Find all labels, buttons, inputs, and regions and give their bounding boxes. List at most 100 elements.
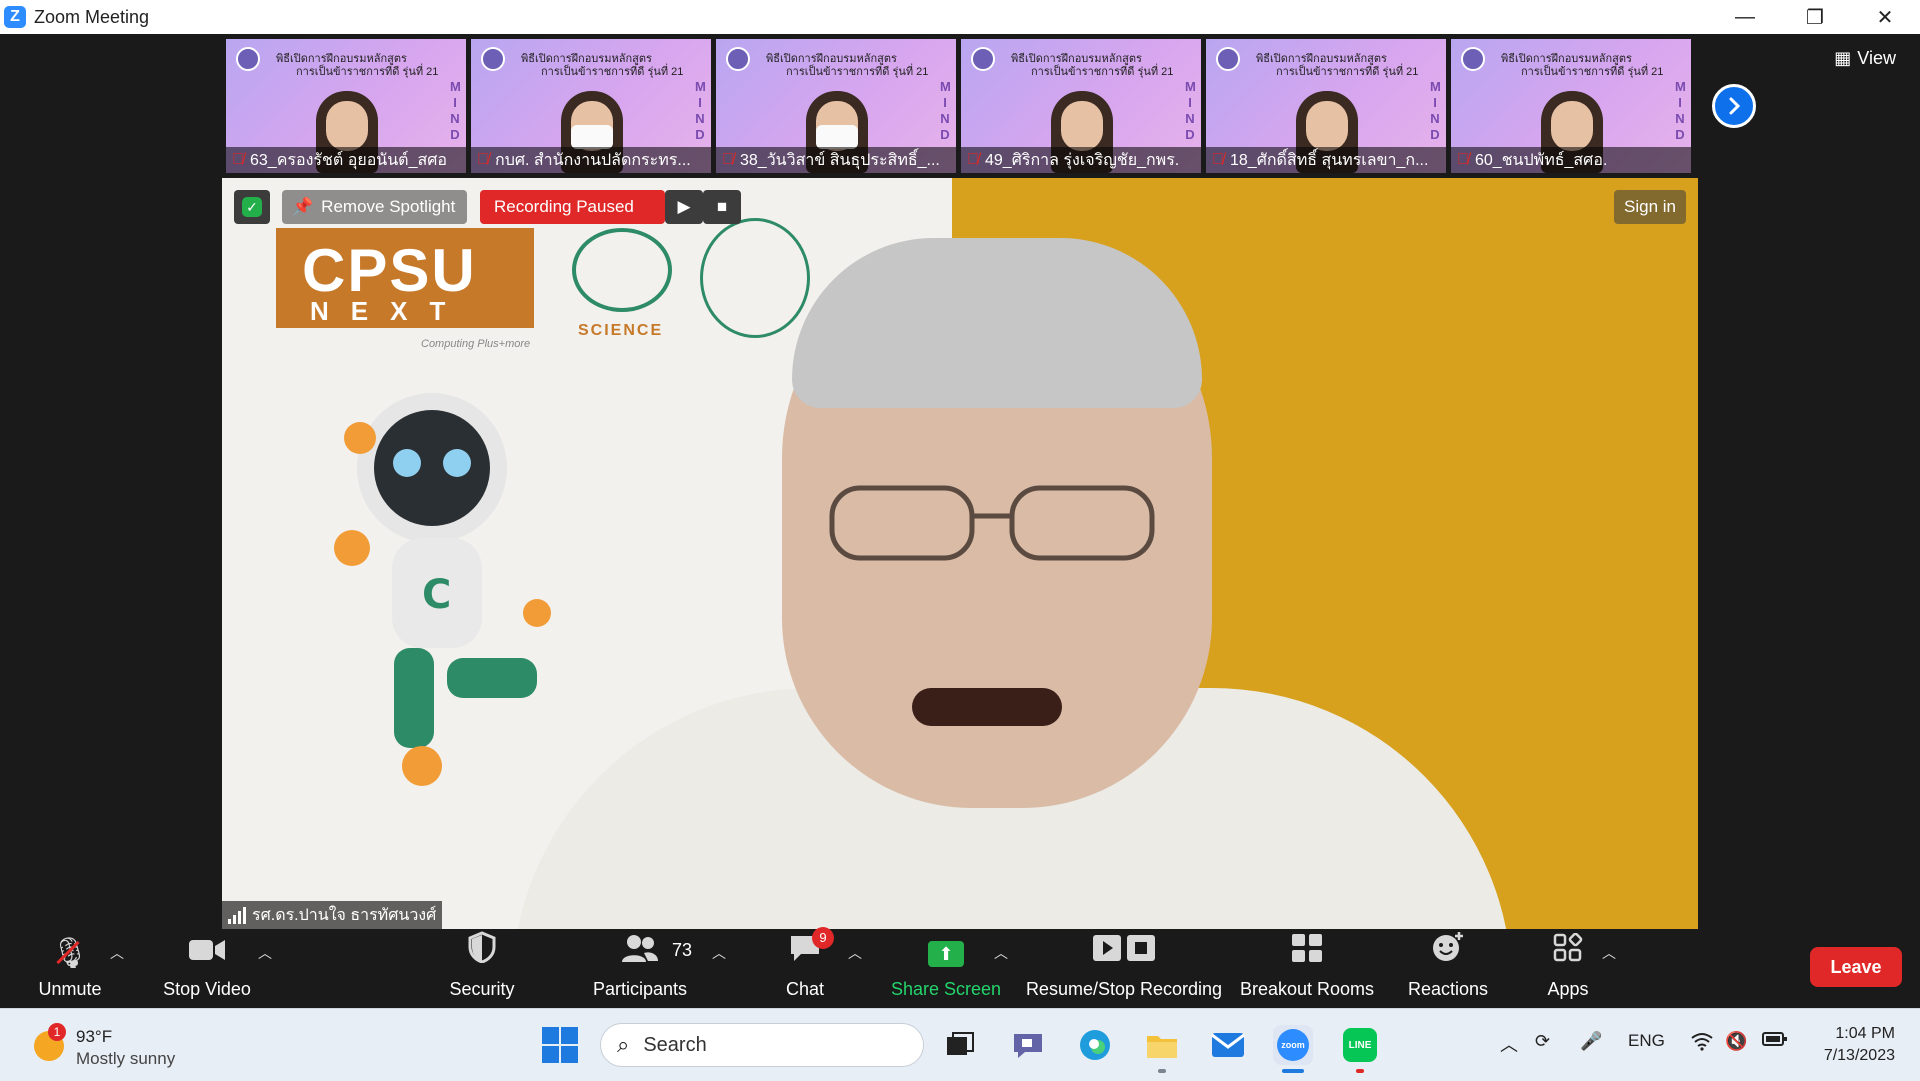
line-app-icon[interactable]: LINE	[1340, 1025, 1380, 1065]
video-camera-icon	[188, 937, 226, 971]
mail-icon[interactable]	[1208, 1025, 1248, 1065]
restore-button[interactable]: ❐	[1780, 0, 1850, 34]
sign-in-button[interactable]: Sign in	[1614, 190, 1686, 224]
participant-thumbnail[interactable]: พิธีเปิดการฝึกอบรมหลักสูตร การเป็นข้าราชก…	[1451, 39, 1691, 173]
next-page-button[interactable]	[1712, 84, 1756, 128]
edge-browser-icon[interactable]	[1075, 1025, 1115, 1065]
participant-thumbnail[interactable]: พิธีเปิดการฝึกอบรมหลักสูตร การเป็นข้าราชก…	[1206, 39, 1446, 173]
mind-letter: N	[1185, 111, 1195, 126]
chat-label: Chat	[785, 979, 825, 999]
weather-widget[interactable]: 1 93°F Mostly sunny	[30, 1023, 230, 1069]
unmute-button[interactable]: 🎙 Unmute	[30, 929, 110, 1008]
chat-unread-badge: 9	[812, 927, 834, 949]
mind-letter: M	[940, 79, 951, 94]
participant-name-tag: 🎙̸ 60_ชนปพัทธ์_สศอ.	[1451, 147, 1691, 173]
recording-controls-icon	[1091, 933, 1157, 971]
teams-chat-icon[interactable]	[1008, 1025, 1048, 1065]
file-explorer-icon[interactable]	[1142, 1025, 1182, 1065]
clock-time: 1:04 PM	[1835, 1025, 1895, 1042]
video-options-chevron-icon[interactable]: ︿	[258, 943, 272, 963]
view-button[interactable]: ▦ View	[1834, 48, 1896, 69]
mind-vertical-text: MIND	[1675, 79, 1686, 143]
microphone-muted-icon: 🎙̸	[232, 151, 244, 168]
mind-logo-icon	[726, 47, 750, 71]
battery-icon[interactable]	[1762, 1031, 1788, 1052]
cpsu-logo-text: CPSU	[302, 237, 477, 304]
mind-logo-icon	[236, 47, 260, 71]
show-hidden-icons-chevron-icon[interactable]: ︿	[1500, 1031, 1518, 1057]
task-view-icon[interactable]	[940, 1025, 980, 1065]
participant-name: กบศ. สำนักงานปลัดกระทร...	[495, 151, 691, 169]
audio-options-chevron-icon[interactable]: ︿	[110, 943, 124, 963]
microphone-icon[interactable]: 🎤	[1580, 1031, 1602, 1052]
encryption-badge[interactable]: ✓	[234, 190, 270, 224]
start-windows-icon[interactable]	[542, 1027, 578, 1063]
stop-recording-button[interactable]: ■	[703, 190, 741, 224]
wifi-icon[interactable]	[1690, 1031, 1714, 1056]
mind-letter: N	[450, 111, 460, 126]
participant-thumbnail[interactable]: พิธีเปิดการฝึกอบรมหลักสูตร การเป็นข้าราชก…	[961, 39, 1201, 173]
leave-button[interactable]: Leave	[1810, 947, 1902, 987]
mind-letter: I	[943, 95, 947, 110]
mind-letter: D	[1430, 127, 1440, 142]
breakout-rooms-button[interactable]: Breakout Rooms	[1236, 929, 1378, 1008]
speaker-name: รศ.ดร.ปานใจ ธารทัศนวงศ์	[252, 906, 437, 924]
sync-icon[interactable]: ⟳	[1535, 1031, 1550, 1052]
apps-button[interactable]: Apps	[1530, 929, 1606, 1008]
mind-letter: D	[1675, 127, 1685, 142]
zoom-app-icon[interactable]: zoom	[1273, 1025, 1313, 1065]
mind-letter: I	[453, 95, 457, 110]
search-icon: ⌕	[617, 1032, 630, 1057]
stop-video-button[interactable]: Stop Video	[157, 929, 257, 1008]
reactions-button[interactable]: Reactions	[1400, 929, 1496, 1008]
mind-letter: N	[695, 111, 705, 126]
participant-face	[326, 101, 368, 151]
microphone-muted-icon: 🎙̸	[967, 151, 979, 168]
resume-recording-button[interactable]: ▶	[665, 190, 703, 224]
remove-spotlight-label: Remove Spotlight	[321, 197, 456, 216]
mind-letter: N	[940, 111, 950, 126]
remove-spotlight-button[interactable]: 📌 Remove Spotlight	[282, 190, 467, 224]
thumbnail-subheader: การเป็นข้าราชการที่ดี รุ่นที่ 21	[786, 66, 929, 78]
mind-letter: D	[695, 127, 705, 142]
spotlight-video: CPSU NEXT Computing Plus+more SCIENCE C	[222, 178, 1698, 929]
participants-button[interactable]: 73 Participants	[585, 929, 695, 1008]
participant-face	[1061, 101, 1103, 151]
search-placeholder: Search	[643, 1033, 707, 1056]
windows-taskbar: 1 93°F Mostly sunny ⌕ Search zoom LINE ︿…	[0, 1008, 1920, 1081]
mind-logo-icon	[971, 47, 995, 71]
science-faculty-logo-icon	[572, 228, 672, 312]
taskbar-search-box[interactable]: ⌕ Search	[600, 1023, 924, 1067]
mind-letter: D	[1185, 127, 1195, 142]
system-clock[interactable]: 1:04 PM 7/13/2023	[1795, 1023, 1895, 1067]
resume-stop-recording-button[interactable]: Resume/Stop Recording	[1020, 929, 1228, 1008]
chat-options-chevron-icon[interactable]: ︿	[848, 943, 862, 963]
share-options-chevron-icon[interactable]: ︿	[994, 943, 1008, 963]
participant-name: 18_ศักดิ์สิทธิ์ สุนทรเลขา_ก...	[1230, 151, 1429, 169]
participant-thumbnail[interactable]: พิธีเปิดการฝึกอบรมหลักสูตร การเป็นข้าราชก…	[716, 39, 956, 173]
title-bar: Z Zoom Meeting — ❐ ✕	[0, 0, 1920, 34]
participant-thumbnail[interactable]: พิธีเปิดการฝึกอบรมหลักสูตร การเป็นข้าราชก…	[471, 39, 711, 173]
mind-vertical-text: MIND	[1430, 79, 1441, 143]
chat-button[interactable]: 9 Chat	[765, 927, 845, 1008]
security-label: Security	[449, 979, 515, 999]
security-button[interactable]: Security	[440, 929, 524, 1008]
share-screen-button[interactable]: ⬆ Share Screen	[890, 929, 1002, 1008]
speaker-muted-icon[interactable]: 🔇	[1725, 1031, 1747, 1052]
grid-view-icon: ▦	[1834, 48, 1852, 68]
participant-name-tag: 🎙̸ กบศ. สำนักงานปลัดกระทร...	[471, 147, 711, 173]
close-button[interactable]: ✕	[1850, 0, 1920, 34]
mind-letter: N	[1430, 111, 1440, 126]
mind-logo-icon	[1461, 47, 1485, 71]
language-indicator[interactable]: ENG	[1628, 1031, 1665, 1051]
next-logo-text: NEXT	[310, 296, 468, 326]
minimize-button[interactable]: —	[1710, 0, 1780, 34]
thumbnail-subheader: การเป็นข้าราชการที่ดี รุ่นที่ 21	[1276, 66, 1419, 78]
connection-strength-icon	[228, 906, 246, 924]
apps-options-chevron-icon[interactable]: ︿	[1602, 943, 1616, 963]
participant-thumbnail[interactable]: พิธีเปิดการฝึกอบรมหลักสูตร การเป็นข้าราชก…	[226, 39, 466, 173]
speaker-glasses	[829, 485, 1155, 561]
participants-options-chevron-icon[interactable]: ︿	[712, 943, 726, 963]
mind-letter: M	[1675, 79, 1686, 94]
mind-logo-icon	[1216, 47, 1240, 71]
